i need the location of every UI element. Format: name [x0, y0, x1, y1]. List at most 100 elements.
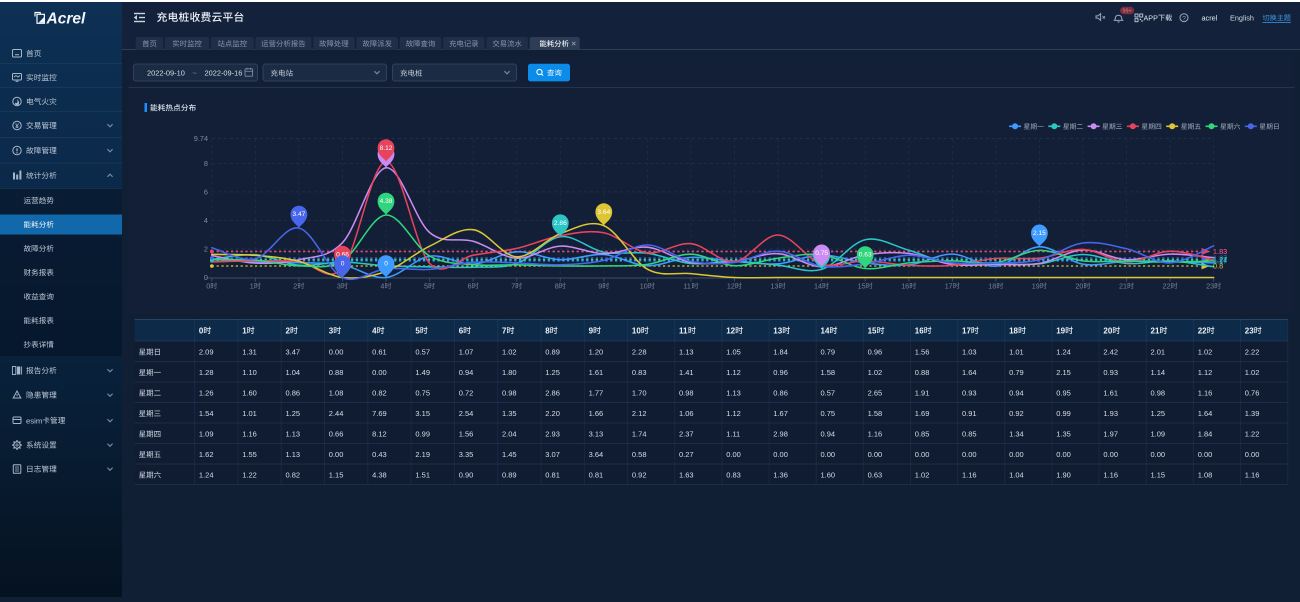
svg-text:1.63: 1.63 [679, 471, 694, 480]
svg-text:2.42: 2.42 [1103, 348, 1118, 357]
svg-text:1.10: 1.10 [242, 368, 257, 377]
svg-text:0.79: 0.79 [821, 348, 836, 357]
svg-text:1.66: 1.66 [589, 409, 604, 418]
svg-text:1.36: 1.36 [773, 471, 788, 480]
svg-text:0.86: 0.86 [286, 389, 301, 398]
svg-text:1.16: 1.16 [868, 430, 883, 439]
svg-text:12: 12 [726, 326, 735, 335]
svg-text:1.09: 1.09 [1151, 430, 1166, 439]
svg-text:0.8: 0.8 [1213, 262, 1223, 271]
svg-text:1.22: 1.22 [242, 471, 257, 480]
svg-text:~: ~ [193, 68, 197, 77]
svg-text:1.08: 1.08 [1198, 471, 1213, 480]
svg-text:0.90: 0.90 [459, 471, 474, 480]
svg-text:22: 22 [1163, 282, 1171, 291]
svg-text:3.47: 3.47 [293, 211, 306, 218]
svg-text:1.60: 1.60 [242, 389, 257, 398]
svg-text:11: 11 [679, 326, 688, 335]
svg-text:1.06: 1.06 [679, 409, 694, 418]
svg-text:1.02: 1.02 [1198, 348, 1213, 357]
svg-text:0.00: 0.00 [962, 450, 977, 459]
svg-text:0.81: 0.81 [589, 471, 604, 480]
svg-text:1.91: 1.91 [915, 389, 930, 398]
svg-text:2: 2 [293, 282, 297, 291]
svg-text:0.76: 0.76 [1245, 389, 1260, 398]
svg-text:8: 8 [555, 282, 559, 291]
svg-text:9: 9 [598, 282, 602, 291]
svg-text:3.64: 3.64 [597, 209, 610, 216]
svg-text:1.80: 1.80 [502, 368, 517, 377]
svg-text:0: 0 [206, 282, 210, 291]
svg-text:1.24: 1.24 [199, 471, 214, 480]
svg-text:0.00: 0.00 [329, 450, 344, 459]
svg-text:1.25: 1.25 [286, 409, 301, 418]
svg-text:9: 9 [589, 326, 594, 335]
svg-text:5: 5 [424, 282, 428, 291]
svg-text:1.97: 1.97 [1103, 430, 1118, 439]
svg-text:4: 4 [380, 282, 384, 291]
svg-text:1.90: 1.90 [1056, 471, 1071, 480]
svg-text:1.35: 1.35 [1056, 430, 1071, 439]
svg-text:23: 23 [1245, 326, 1254, 335]
svg-text:0.99: 0.99 [415, 430, 430, 439]
svg-text:Acrel: Acrel [46, 11, 86, 28]
svg-text:0.96: 0.96 [773, 368, 788, 377]
svg-text:3.15: 3.15 [415, 409, 430, 418]
svg-text:0.98: 0.98 [1151, 389, 1166, 398]
svg-text:0.00: 0.00 [1245, 450, 1260, 459]
svg-text:¥: ¥ [15, 123, 19, 130]
svg-text:1.12: 1.12 [726, 409, 741, 418]
svg-text:0.82: 0.82 [372, 389, 387, 398]
svg-text:23: 23 [1206, 282, 1214, 291]
svg-text:APP: APP [1144, 13, 1159, 22]
svg-text:7: 7 [511, 282, 515, 291]
svg-text:0.57: 0.57 [415, 348, 430, 357]
svg-text:1.84: 1.84 [1198, 430, 1213, 439]
svg-text:0.89: 0.89 [502, 471, 517, 480]
svg-text:3.13: 3.13 [589, 430, 604, 439]
svg-text:1.07: 1.07 [459, 348, 474, 357]
svg-text:2.37: 2.37 [679, 430, 694, 439]
svg-text:0.00: 0.00 [1151, 450, 1166, 459]
svg-text:1.02: 1.02 [868, 368, 883, 377]
svg-text:8: 8 [545, 326, 550, 335]
svg-text:1.01: 1.01 [1009, 348, 1024, 357]
svg-text:1.64: 1.64 [962, 368, 977, 377]
svg-text:0.88: 0.88 [329, 368, 344, 377]
svg-text:1.64: 1.64 [1198, 409, 1213, 418]
svg-text:1.25: 1.25 [545, 368, 560, 377]
svg-text:1.55: 1.55 [242, 450, 257, 459]
svg-text:5: 5 [415, 326, 420, 335]
svg-text:0.00: 0.00 [329, 348, 344, 357]
svg-text:1.14: 1.14 [1151, 368, 1166, 377]
svg-text:1.24: 1.24 [1056, 348, 1071, 357]
svg-text:0.00: 0.00 [1009, 450, 1024, 459]
svg-text:0.57: 0.57 [821, 389, 836, 398]
svg-text:1.11: 1.11 [726, 430, 740, 439]
svg-text:9.74: 9.74 [194, 134, 208, 143]
svg-text:1.04: 1.04 [1009, 471, 1024, 480]
svg-text:0.75: 0.75 [821, 409, 836, 418]
svg-text:1: 1 [250, 282, 254, 291]
svg-text:18: 18 [1009, 326, 1018, 335]
svg-text:0.00: 0.00 [915, 450, 930, 459]
svg-text:0.89: 0.89 [545, 348, 560, 357]
svg-text:2.98: 2.98 [773, 430, 788, 439]
svg-text:0: 0 [341, 261, 345, 268]
svg-text:0.85: 0.85 [962, 430, 977, 439]
svg-text:0.61: 0.61 [372, 348, 387, 357]
svg-text:3: 3 [329, 326, 334, 335]
svg-text:7.69: 7.69 [372, 409, 387, 418]
svg-text:1.58: 1.58 [821, 368, 836, 377]
svg-text:2.93: 2.93 [545, 430, 560, 439]
svg-text:1.05: 1.05 [726, 348, 741, 357]
svg-text:1.31: 1.31 [242, 348, 257, 357]
svg-text:2: 2 [204, 245, 208, 254]
svg-text:0.00: 0.00 [773, 450, 788, 459]
svg-text:2.15: 2.15 [1056, 368, 1071, 377]
svg-text:0.95: 0.95 [1056, 389, 1071, 398]
svg-text:1.54: 1.54 [199, 409, 214, 418]
svg-text:21: 21 [1151, 326, 1160, 335]
svg-text:1.02: 1.02 [502, 348, 517, 357]
svg-text:0.75: 0.75 [415, 389, 430, 398]
